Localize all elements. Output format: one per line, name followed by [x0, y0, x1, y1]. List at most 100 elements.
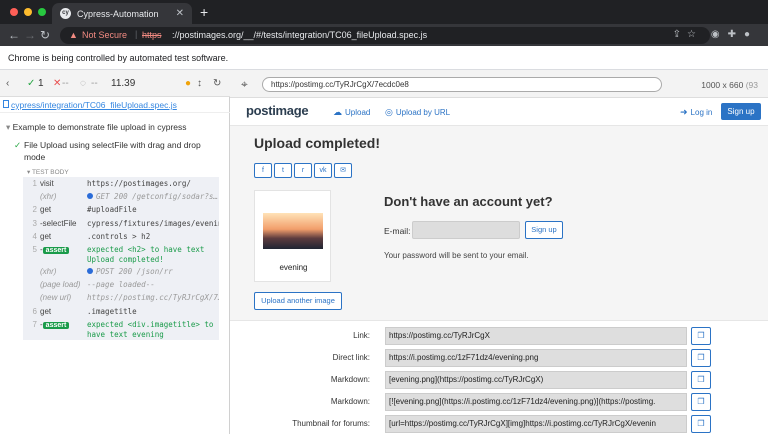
command-name: visit	[40, 179, 54, 188]
suite-title[interactable]: ▾ Example to demonstrate file upload in …	[6, 122, 187, 133]
share-button[interactable]: f	[254, 163, 272, 178]
signup-button[interactable]: Sign up	[721, 103, 761, 120]
image-thumbnail-card[interactable]: evening	[254, 190, 331, 282]
tab-close-icon[interactable]: ✕	[176, 8, 184, 19]
command-name: get	[40, 306, 52, 316]
command-row[interactable]: 2 get #uploadFile	[23, 203, 219, 216]
command-number: 5	[32, 244, 37, 254]
tab-title: Cypress-Automation	[77, 9, 159, 19]
command-row[interactable]: (new url) https://postimg.cc/TyRJrCgX/7…	[23, 291, 219, 304]
star-icon[interactable]: ☆	[687, 29, 702, 40]
email-label: E-mail:	[384, 226, 411, 236]
command-name: get	[40, 231, 52, 241]
command-row[interactable]: 6 get .imagetitle	[23, 305, 219, 318]
share-button[interactable]: ✉	[334, 163, 352, 178]
infobar-text: Chrome is being controlled by automated …	[8, 53, 229, 63]
copy-icon[interactable]: ❐	[691, 371, 711, 389]
cypress-extension-icon[interactable]: ◉	[711, 29, 728, 40]
nav-upload-by-url-link[interactable]: ◎ Upload by URL	[385, 107, 450, 118]
account-heading: Don't have an account yet?	[384, 194, 553, 209]
command-number: 2	[32, 205, 37, 215]
command-message: https://postimages.org/	[87, 179, 191, 188]
browser-tab[interactable]: cy Cypress-Automation ✕	[52, 3, 192, 24]
back-arrow-icon[interactable]: ←	[8, 28, 20, 42]
command-number: 7	[32, 319, 37, 329]
failed-x-icon: ✕	[53, 78, 62, 89]
aut-url-field[interactable]: https://postimg.cc/TyRJrCgX/7ecdc0e8	[262, 77, 662, 92]
command-row[interactable]: 1 visit https://postimages.org/	[23, 177, 219, 190]
close-window-button[interactable]	[10, 8, 18, 16]
command-row[interactable]: (xhr) POST 200 /json/rr	[23, 265, 219, 278]
copy-icon[interactable]: ❐	[691, 349, 711, 367]
command-message: GET 200 /getconfig/sodar?s…	[87, 190, 218, 203]
command-row[interactable]: (page load) --page loaded--	[23, 278, 219, 291]
new-tab-button[interactable]: +	[200, 4, 208, 20]
nav-login-link[interactable]: ➜ Log in	[680, 107, 712, 118]
command-row[interactable]: 5- assert expected <h2> to have text Uploa…	[23, 243, 219, 265]
omnibox-actions[interactable]: ⇪☆	[673, 29, 702, 40]
sunset-thumbnail-image[interactable]	[263, 213, 323, 249]
viewport-size: 1000 x 660 (93	[701, 80, 758, 90]
browser-toolbar: ← → ↻ ▲ Not Secure | https ://postimages…	[0, 24, 768, 46]
postimage-logo[interactable]: postimage	[246, 103, 309, 118]
reload-icon[interactable]: ↻	[40, 28, 50, 42]
assert-badge: assert	[42, 321, 70, 329]
copy-icon[interactable]: ❐	[691, 393, 711, 411]
command-message: POST 200 /json/rr	[87, 265, 173, 278]
spec-path-link[interactable]: cypress/integration/TC06_fileUpload.spec…	[0, 97, 230, 113]
failed-count: --	[62, 78, 69, 89]
command-row[interactable]: 7- assert expected <div.imagetitle> to hav…	[23, 318, 219, 340]
scroll-toggle-icon[interactable]: ↕	[197, 78, 202, 89]
extension-icons[interactable]: ◉✚●	[711, 29, 758, 40]
email-field[interactable]	[412, 221, 520, 239]
email-signup-button[interactable]: Sign up	[525, 221, 563, 239]
forward-arrow-icon[interactable]: →	[24, 28, 36, 42]
automation-infobar: Chrome is being controlled by automated …	[0, 46, 768, 70]
command-name: -selectFile	[40, 218, 77, 228]
link-label: Markdown:	[330, 397, 370, 406]
xhr-dot-icon	[87, 267, 93, 274]
nav-upload-link[interactable]: ☁ Upload	[333, 107, 370, 118]
share-buttons: f t r vk ✉	[254, 163, 354, 178]
restart-icon[interactable]: ↻	[213, 78, 221, 89]
command-row[interactable]: (xhr) GET 200 /getconfig/sodar?s…	[23, 190, 219, 203]
upload-panel: Upload completed! f t r vk ✉ evening Upload …	[230, 126, 768, 320]
spec-path[interactable]: cypress/integration/TC06_fileUpload.spec…	[11, 100, 177, 110]
test-body-header[interactable]: ▾ TEST BODY	[27, 168, 69, 176]
puzzle-icon[interactable]: ✚	[728, 29, 744, 40]
maximize-window-button[interactable]	[38, 8, 46, 16]
share-button[interactable]: t	[274, 163, 292, 178]
minimize-window-button[interactable]	[24, 8, 32, 16]
link-value-field[interactable]: [url=https://postimg.cc/TyRJrCgX][img]ht…	[385, 415, 687, 433]
address-bar[interactable]: ▲ Not Secure | https ://postimages.org/_…	[60, 27, 710, 44]
command-message: cypress/fixtures/images/evenin…	[87, 218, 219, 228]
passed-check-icon: ✓	[27, 78, 36, 89]
link-row: Direct link: https://i.postimg.cc/1zF71dz…	[230, 349, 768, 367]
test-title: File Upload using selectFile with drag a…	[24, 140, 201, 162]
selector-playground-icon[interactable]: ⌖	[241, 77, 248, 92]
command-row[interactable]: 4 get .controls > h2	[23, 230, 219, 243]
command-log: 1 visit https://postimages.org/ (xhr) GET 20…	[23, 177, 219, 340]
chevron-left-icon[interactable]: ‹	[6, 78, 9, 89]
file-icon	[3, 100, 9, 108]
share-icon[interactable]: ⇪	[673, 29, 687, 40]
link-label: Markdown:	[330, 375, 370, 384]
link-value-field[interactable]: [evening.png](https://postimg.cc/TyRJrCg…	[385, 371, 687, 389]
copy-icon[interactable]: ❐	[691, 327, 711, 345]
url-scheme: https	[142, 30, 162, 40]
upload-another-button[interactable]: Upload another image	[254, 292, 342, 310]
command-row[interactable]: 3 -selectFile cypress/fixtures/images/even…	[23, 217, 219, 230]
share-button[interactable]: r	[294, 163, 312, 178]
command-number: 1	[32, 179, 37, 188]
profile-icon[interactable]: ●	[744, 29, 758, 40]
chevron-down-icon: ▾	[6, 122, 13, 132]
link-value-field[interactable]: [![evening.png](https://i.postimg.cc/1zF…	[385, 393, 687, 411]
link-value-field[interactable]: https://postimg.cc/TyRJrCgX	[385, 327, 687, 345]
share-button[interactable]: vk	[314, 163, 332, 178]
globe-icon: ◎	[385, 107, 393, 117]
link-value-field[interactable]: https://i.postimg.cc/1zF71dz4/evening.pn…	[385, 349, 687, 367]
passed-count: 1	[38, 78, 44, 89]
duration: 11.39	[111, 78, 136, 89]
command-name: (xhr)	[40, 192, 57, 202]
copy-icon[interactable]: ❐	[691, 415, 711, 433]
